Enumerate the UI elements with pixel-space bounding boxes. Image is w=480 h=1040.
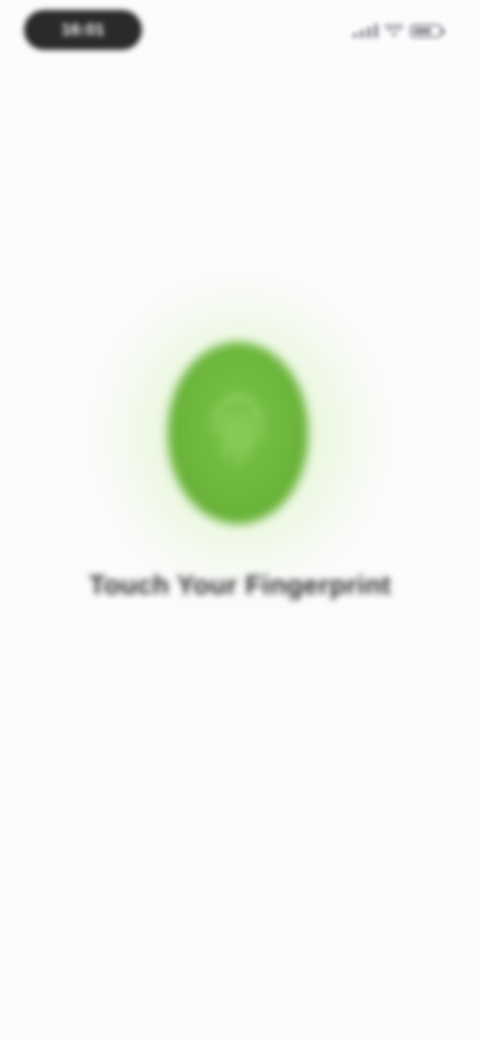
status-icons (353, 20, 445, 42)
battery-icon (410, 24, 445, 38)
status-bar: 16:01 (0, 0, 480, 64)
fingerprint-icon (213, 394, 263, 468)
fingerprint-prompt: Touch Your Fingerprint (88, 570, 392, 600)
fingerprint-sensor-button[interactable] (168, 342, 308, 524)
wifi-icon (384, 24, 404, 38)
status-time: 16:01 (24, 10, 142, 50)
signal-icon (353, 24, 378, 38)
